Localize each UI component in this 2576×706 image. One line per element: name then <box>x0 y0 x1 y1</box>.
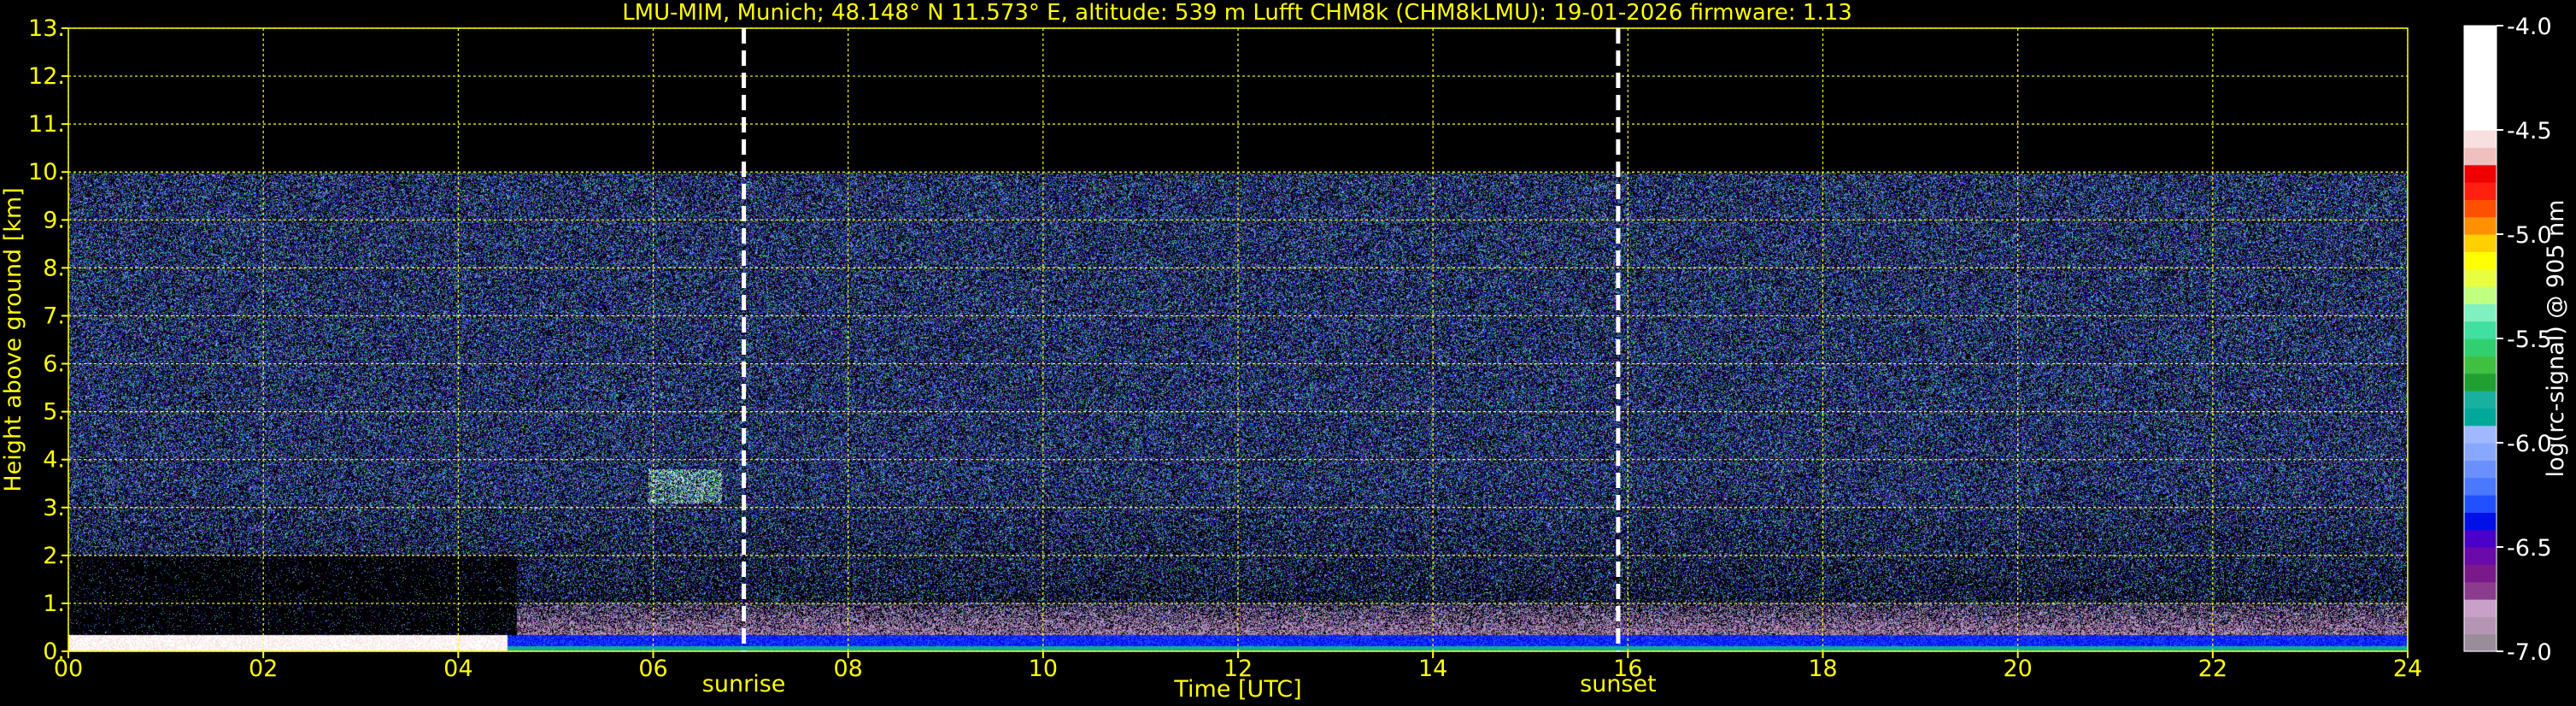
colorbar-segment <box>2464 182 2497 200</box>
colorbar-segment <box>2464 112 2497 131</box>
colorbar-segment <box>2464 147 2497 166</box>
colorbar-segment <box>2464 477 2497 496</box>
colorbar-segment <box>2464 216 2497 235</box>
colorbar-tick-label: -5.0 <box>2507 222 2552 249</box>
colorbar-tick-label: -4.0 <box>2507 14 2552 40</box>
y-tick-label: 5. <box>43 399 65 426</box>
colorbar-segment <box>2464 43 2497 62</box>
colorbar-segment <box>2464 356 2497 374</box>
y-tick-label: 2. <box>43 543 65 569</box>
ceilometer-figure: LMU-MIM, Munich; 48.148° N 11.573° E, al… <box>0 0 2576 706</box>
colorbar-segment <box>2464 199 2497 218</box>
x-tick-label: 18 <box>1808 656 1837 682</box>
colorbar-segment <box>2464 268 2497 287</box>
colorbar-segment <box>2464 495 2497 513</box>
colorbar-tick-label: -4.5 <box>2507 118 2552 144</box>
colorbar-segment <box>2464 616 2497 635</box>
colorbar-segment <box>2464 599 2497 617</box>
colorbar-segment <box>2464 564 2497 583</box>
x-tick-label: 10 <box>1029 656 1058 682</box>
x-tick-label: 22 <box>2198 656 2227 682</box>
x-tick-label: 20 <box>2003 656 2032 682</box>
colorbar-segment <box>2464 443 2497 461</box>
colorbar-segment <box>2464 460 2497 479</box>
colorbar-segment <box>2464 391 2497 409</box>
colorbar-segment <box>2464 303 2497 322</box>
x-tick-label: 14 <box>1418 656 1447 682</box>
colorbar-segment <box>2464 234 2497 252</box>
y-tick-label: 12. <box>28 63 65 90</box>
y-tick-label: 10. <box>28 159 65 185</box>
colorbar-tick-label: -7.0 <box>2507 639 2552 666</box>
x-tick-label: 12 <box>1223 656 1253 682</box>
colorbar-segment <box>2464 164 2497 183</box>
colorbar-segment <box>2464 95 2497 114</box>
colorbar-segment <box>2464 408 2497 427</box>
colorbar-segment <box>2464 547 2497 565</box>
y-tick-label: 11. <box>28 111 65 138</box>
x-tick-label: 24 <box>2393 656 2422 682</box>
x-tick-label: 16 <box>1613 656 1642 682</box>
colorbar-segment <box>2464 338 2497 356</box>
colorbar-segment <box>2464 633 2497 652</box>
y-axis-label: Height above ground [km] <box>0 187 26 491</box>
y-tick-label: 6. <box>43 351 65 378</box>
chart-title: LMU-MIM, Munich; 48.148° N 11.573° E, al… <box>622 0 1852 26</box>
colorbar-segment <box>2464 581 2497 600</box>
x-tick-label: 08 <box>833 656 862 682</box>
colorbar-segment <box>2464 286 2497 304</box>
colorbar-tick-label: -6.0 <box>2507 431 2552 457</box>
y-tick-label: 4. <box>43 447 65 474</box>
sunrise-label: sunrise <box>702 671 786 697</box>
colorbar-tick-label: -6.5 <box>2507 535 2552 562</box>
colorbar-segment <box>2464 529 2497 548</box>
colorbar-segment <box>2464 26 2497 44</box>
y-tick-label: 9. <box>43 207 65 233</box>
colorbar-segment <box>2464 512 2497 531</box>
y-tick-label: 1. <box>43 591 65 617</box>
y-tick-label: 13. <box>28 15 65 42</box>
colorbar-segment <box>2464 60 2497 79</box>
x-tick-label: 02 <box>249 656 278 682</box>
colorbar-segment <box>2464 130 2497 148</box>
y-tick-label: 8. <box>43 255 65 281</box>
colorbar-segment <box>2464 373 2497 391</box>
y-tick-label: 0. <box>43 638 65 665</box>
colorbar-segment <box>2464 78 2497 96</box>
colorbar-segment <box>2464 425 2497 444</box>
colorbar-segment <box>2464 321 2497 339</box>
y-tick-label: 7. <box>43 303 65 329</box>
chart-overlay: LMU-MIM, Munich; 48.148° N 11.573° E, al… <box>0 0 2569 703</box>
x-tick-label: 04 <box>443 656 472 682</box>
colorbar-tick-label: -5.5 <box>2507 327 2552 353</box>
x-tick-label: 06 <box>638 656 667 682</box>
y-tick-label: 3. <box>43 495 65 521</box>
colorbar-segment <box>2464 251 2497 270</box>
